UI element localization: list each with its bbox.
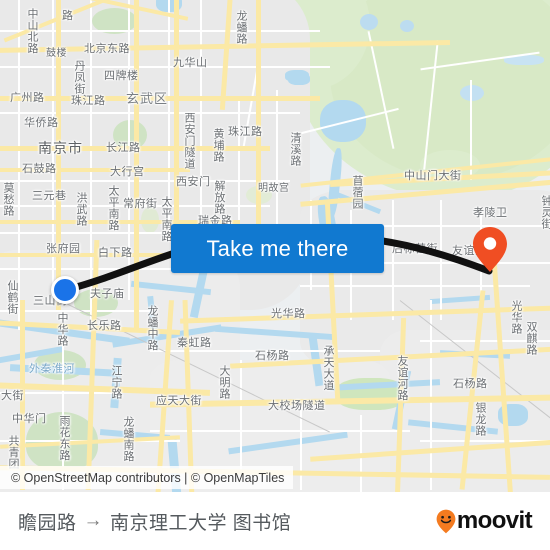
arrow-right-icon: →	[83, 510, 104, 531]
map-attribution: © OpenStreetMap contributors | © OpenMap…	[0, 466, 294, 489]
moovit-wordmark: moovit	[456, 507, 533, 534]
take-me-there-button[interactable]: Take me there	[171, 224, 384, 273]
route-summary: 瞻园路 → 南京理工大学 图书馆	[18, 508, 291, 535]
moovit-logo[interactable]: moovit	[436, 507, 533, 535]
footer-bar: 瞻园路 → 南京理工大学 图书馆 moovit	[0, 492, 550, 550]
destination-pin[interactable]	[472, 226, 508, 273]
attribution-text: © OpenStreetMap contributors | © OpenMap…	[11, 470, 285, 485]
route-destination-label: 南京理工大学 图书馆	[110, 512, 292, 534]
moovit-pin-icon	[436, 509, 456, 534]
origin-dot[interactable]	[51, 276, 79, 304]
map-share-card: 中山北路路北京东路 鼓楼 九华山 丹凤街 四牌楼 龙蟠路 广州路 珠江路 玄武区 华侨路 西安门隧道…	[0, 0, 550, 550]
route-origin-label: 瞻园路	[18, 512, 77, 534]
map-canvas[interactable]: 中山北路路北京东路 鼓楼 九华山 丹凤街 四牌楼 龙蟠路 广州路 珠江路 玄武区 华侨路 西安门隧道…	[0, 0, 550, 492]
